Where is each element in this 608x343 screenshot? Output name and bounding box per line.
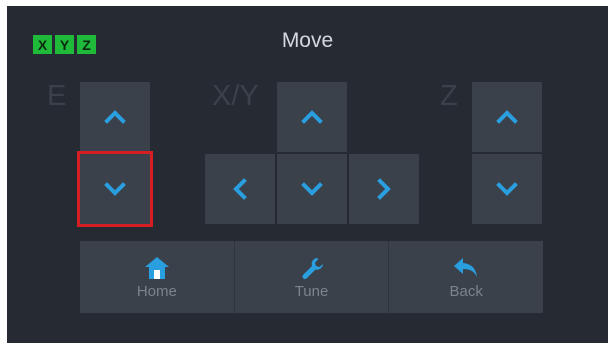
chevron-up-icon — [104, 110, 126, 124]
e-up-button[interactable] — [80, 82, 150, 152]
e-axis-label: E — [47, 80, 67, 112]
tune-button[interactable]: Tune — [235, 241, 390, 313]
chevron-right-icon — [377, 178, 391, 200]
chevron-left-icon — [233, 178, 247, 200]
chevron-down-icon — [104, 182, 126, 196]
home-icon — [144, 256, 169, 279]
move-screen: X Y Z Move E X/Y Z Home Tune Back — [7, 6, 608, 343]
e-down-button[interactable] — [77, 151, 153, 227]
home-button[interactable]: Home — [80, 241, 235, 313]
back-label: Back — [449, 282, 483, 300]
chevron-up-icon — [496, 110, 518, 124]
tune-label: Tune — [294, 282, 329, 300]
xy-axis-label: X/Y — [212, 80, 259, 112]
back-button[interactable]: Back — [389, 241, 543, 313]
z-down-button[interactable] — [472, 154, 542, 224]
home-label: Home — [136, 282, 177, 300]
wrench-icon — [302, 257, 323, 279]
z-up-button[interactable] — [472, 82, 542, 152]
x-left-button[interactable] — [205, 154, 275, 224]
back-arrow-icon — [454, 257, 478, 277]
x-right-button[interactable] — [349, 154, 419, 224]
chevron-down-icon — [496, 182, 518, 196]
page-title: Move — [281, 29, 334, 52]
y-up-button[interactable] — [277, 82, 347, 152]
chevron-down-icon — [301, 182, 323, 196]
chevron-up-icon — [301, 110, 323, 124]
bottom-nav-bar: Home Tune Back — [80, 241, 543, 313]
y-down-button[interactable] — [277, 154, 347, 224]
z-axis-label: Z — [440, 80, 458, 112]
